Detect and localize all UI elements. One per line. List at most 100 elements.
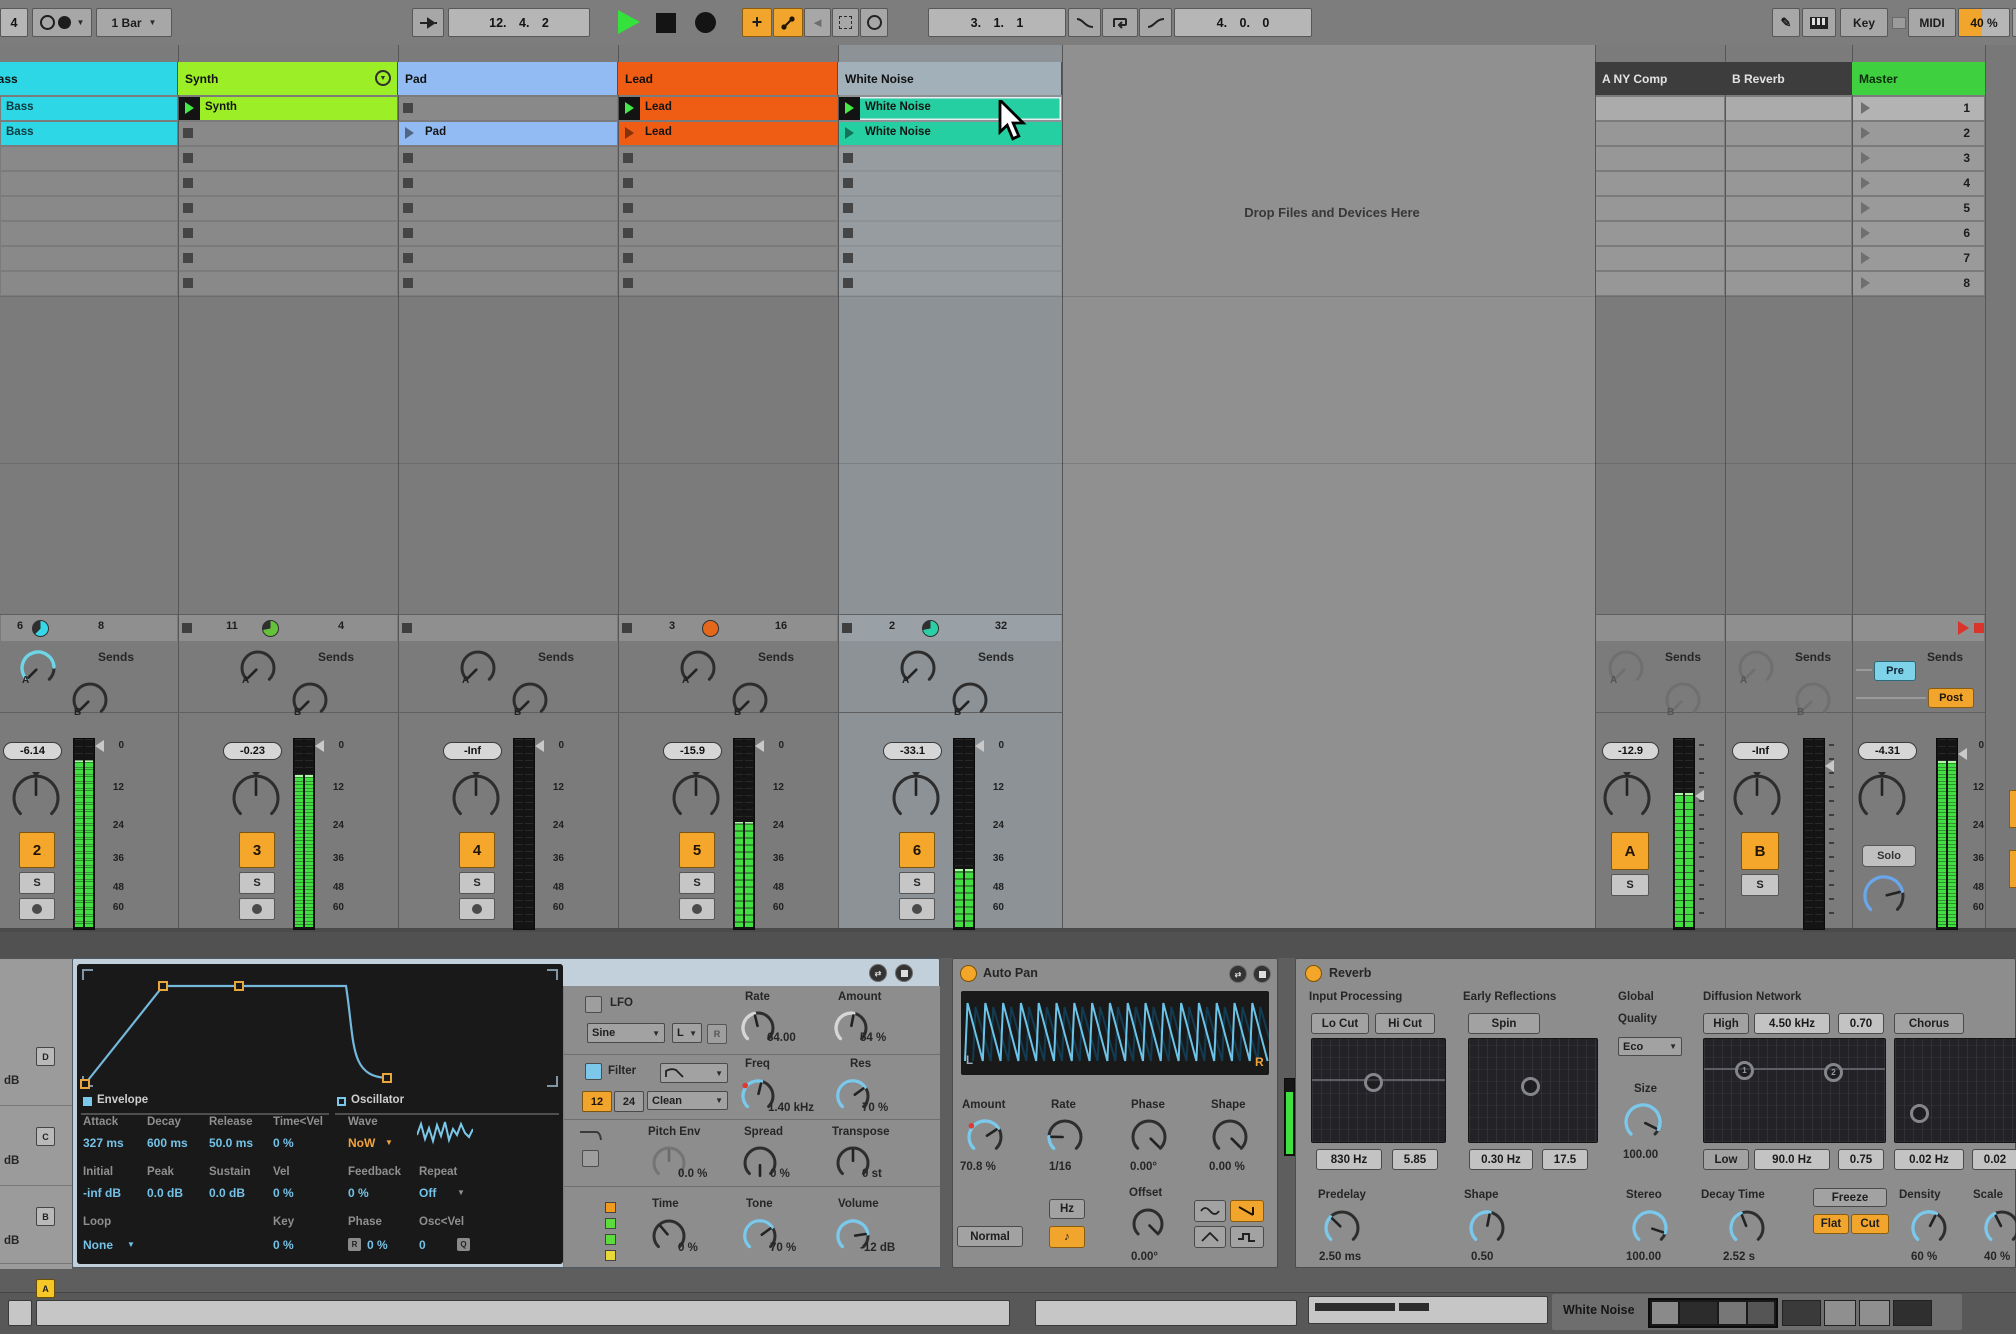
clip-stop-button[interactable] [623, 203, 633, 213]
offset-value[interactable]: 0.00° [1131, 1251, 1158, 1263]
empty-clip-slot[interactable] [839, 172, 1061, 195]
loop-value[interactable]: None [83, 1238, 113, 1252]
empty-clip-slot[interactable] [399, 272, 617, 295]
diffusion-xy-pad[interactable]: 1 2 [1703, 1038, 1886, 1143]
play-button[interactable] [618, 10, 644, 35]
pan-knob[interactable] [9, 771, 63, 830]
volume-knob[interactable] [833, 1216, 873, 1261]
scene-slot[interactable]: 7 [1853, 247, 1984, 270]
normal-mode-button[interactable]: Normal [957, 1226, 1023, 1247]
quantization-menu[interactable]: 1 Bar ▼ [96, 8, 172, 37]
empty-clip-slot[interactable] [399, 247, 617, 270]
return-track-header[interactable]: B Reverb [1725, 62, 1852, 95]
clip-slot[interactable]: Lead [619, 97, 837, 120]
pan-knob[interactable] [449, 771, 503, 830]
clip-stop-button[interactable] [183, 228, 193, 238]
arrangement-position-field[interactable]: 12. 4. 2 [448, 8, 590, 37]
send-a-knob[interactable] [17, 647, 59, 694]
empty-clip-slot[interactable] [619, 197, 837, 220]
hot-swap-icon[interactable]: ⇄ [869, 964, 887, 982]
freeze-button[interactable]: Freeze [1813, 1188, 1887, 1207]
empty-clip-slot[interactable] [1, 272, 177, 295]
cut-button[interactable]: Cut [1851, 1214, 1889, 1234]
size-knob[interactable] [1621, 1100, 1665, 1149]
diffusion-high-q[interactable]: 0.70 [1838, 1013, 1884, 1034]
zoom-handle[interactable] [1399, 1303, 1429, 1311]
empty-clip-slot[interactable] [839, 197, 1061, 220]
filter-checkbox[interactable] [585, 1063, 602, 1080]
empty-clip-slot[interactable] [839, 272, 1061, 295]
clip-stop-button[interactable] [623, 278, 633, 288]
quality-dropdown[interactable]: Eco ▼ [1618, 1037, 1682, 1056]
pitch-env-checkbox[interactable] [582, 1150, 599, 1167]
scene-slot[interactable]: 5 [1853, 197, 1984, 220]
clip-stop-button[interactable] [843, 178, 853, 188]
scene-play-icon[interactable] [1861, 152, 1870, 164]
empty-clip-slot[interactable] [179, 122, 397, 145]
horizontal-scrollbar[interactable] [36, 1300, 1010, 1326]
pan-knob[interactable] [889, 771, 943, 830]
clip-play-zone[interactable] [619, 122, 640, 145]
clip-stop-button[interactable] [403, 178, 413, 188]
empty-clip-slot[interactable] [619, 172, 837, 195]
scene-play-icon[interactable] [1861, 277, 1870, 289]
solo-button[interactable]: S [1611, 874, 1649, 896]
back-to-arrangement-icon[interactable] [1958, 621, 1969, 635]
track-volume-value[interactable]: -0.23 [223, 742, 282, 760]
spin-button[interactable]: Spin [1468, 1013, 1540, 1034]
clip-stop-button[interactable] [623, 253, 633, 263]
send-b-knob[interactable] [1662, 679, 1704, 726]
waveform-triangle-button[interactable] [1194, 1226, 1226, 1248]
decay-time-knob[interactable] [1726, 1207, 1768, 1254]
clip-stop-button[interactable] [842, 623, 852, 633]
density-value[interactable]: 60 % [1911, 1251, 1937, 1263]
record-button[interactable] [695, 12, 716, 33]
lfo-dest-dropdown[interactable]: L ▼ [672, 1023, 702, 1043]
empty-clip-slot[interactable] [839, 247, 1061, 270]
empty-clip-slot[interactable] [399, 97, 617, 120]
empty-clip-slot[interactable] [399, 172, 617, 195]
clip-play-zone-playing[interactable] [839, 97, 860, 120]
clip-stop-button[interactable] [183, 278, 193, 288]
filter-type-dropdown[interactable]: ▼ [660, 1063, 728, 1083]
clip-slot[interactable]: Lead [619, 122, 837, 145]
chain-toggle-icon[interactable]: ▼ [375, 70, 391, 86]
hi-cut-button[interactable]: Hi Cut [1375, 1013, 1435, 1034]
clip-stop-button[interactable] [403, 228, 413, 238]
rate-hz-button[interactable]: Hz [1049, 1199, 1085, 1219]
lfo-amount-knob[interactable] [831, 1008, 871, 1053]
clip-play-zone-playing[interactable] [179, 97, 200, 120]
release-value[interactable]: 50.0 ms [209, 1136, 253, 1150]
pitch-env-value[interactable]: 0.0 % [678, 1168, 707, 1180]
empty-clip-slot[interactable] [839, 147, 1061, 170]
amount-value[interactable]: 70.8 % [960, 1161, 996, 1173]
solo-button[interactable]: S [1741, 874, 1779, 896]
device-on-button[interactable] [1305, 965, 1322, 982]
stereo-knob[interactable] [1629, 1207, 1671, 1254]
chorus-amount-value[interactable]: 0.02 [1972, 1149, 2016, 1170]
scene-slot[interactable]: 4 [1853, 172, 1984, 195]
scene-play-icon[interactable] [1861, 102, 1870, 114]
empty-clip-slot[interactable] [1, 247, 177, 270]
track-activator-button[interactable]: 2 [19, 832, 55, 868]
loop-length-field[interactable]: 4. 0. 0 [1174, 8, 1312, 37]
send-a-knob[interactable] [677, 647, 719, 694]
scale-knob[interactable] [1981, 1207, 2016, 1254]
rate-sync-button[interactable]: ♪ [1049, 1226, 1085, 1248]
phase-value[interactable]: 0.00° [1130, 1161, 1157, 1173]
oscillator-c-button[interactable]: C [36, 1127, 55, 1146]
send-b-knob[interactable] [949, 679, 991, 726]
empty-clip-slot[interactable] [399, 222, 617, 245]
send-a-knob[interactable] [897, 647, 939, 694]
track-activator-button[interactable]: 6 [899, 832, 935, 868]
scene-slot[interactable]: 3 [1853, 147, 1984, 170]
predelay-knob[interactable] [1321, 1207, 1363, 1254]
shape-value[interactable]: 0.00 % [1209, 1161, 1245, 1173]
zoom-handle[interactable] [1315, 1303, 1395, 1311]
time-signature-field[interactable]: 4 [0, 8, 28, 37]
empty-clip-slot[interactable] [619, 222, 837, 245]
send-b-knob[interactable] [289, 679, 331, 726]
pan-knob[interactable] [229, 771, 283, 830]
input-filter-xy-pad[interactable] [1311, 1038, 1446, 1143]
spread-knob[interactable] [740, 1143, 780, 1188]
